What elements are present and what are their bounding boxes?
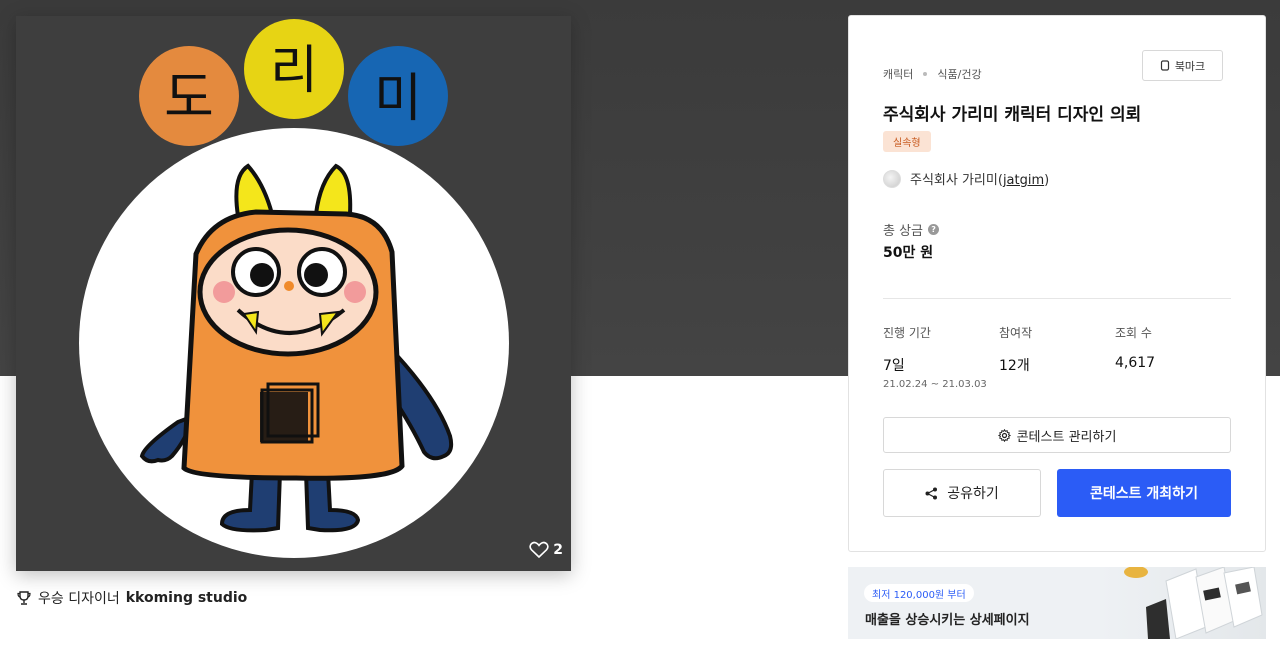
duration-value: 7일	[883, 358, 905, 374]
stat-participants: 참여작 12개	[999, 324, 1032, 375]
breadcrumb-subcategory[interactable]: 식품/건강	[937, 66, 981, 82]
contest-panel: 캐릭터 식품/건강 북마크 주식회사 가리미 캐릭터 디자인 의뢰 실속형 주식…	[848, 15, 1266, 552]
character-illustration: 도 리 미	[79, 19, 509, 558]
views-value: 4,617	[1115, 355, 1156, 371]
contest-title: 주식회사 가리미 캐릭터 디자인 의뢰	[883, 105, 1142, 125]
participants-value: 12개	[999, 358, 1030, 374]
share-icon	[925, 487, 938, 499]
heart-icon	[529, 541, 549, 559]
ad-banner[interactable]: 최저 120,000원 부터 매출을 상승시키는 상세페이지	[848, 567, 1266, 639]
winner-label: 우승 디자이너	[38, 591, 120, 607]
duration-dates: 21.02.24 ~ 21.03.03	[883, 379, 987, 390]
help-icon[interactable]: ?	[928, 224, 940, 235]
bookmark-icon	[1160, 60, 1169, 71]
manage-contest-button[interactable]: 콘테스트 관리하기	[883, 417, 1231, 453]
bubble-char-2: 리	[270, 41, 318, 101]
share-button[interactable]: 공유하기	[883, 469, 1041, 517]
prize-label: 총 상금 ?	[883, 220, 940, 239]
host-contest-button[interactable]: 콘테스트 개최하기	[1057, 469, 1231, 517]
stat-views: 조회 수 4,617	[1115, 324, 1155, 371]
gear-icon	[997, 428, 1011, 442]
views-label: 조회 수	[1115, 326, 1152, 340]
ad-headline: 매출을 상승시키는 상세페이지	[865, 613, 1030, 628]
ad-price-pill: 최저 120,000원 부터	[864, 584, 974, 602]
duration-label: 진행 기간	[883, 326, 931, 340]
ad-mockup-graphic	[1124, 567, 1263, 639]
hero-image[interactable]: 도 리 미 2	[16, 16, 571, 571]
host-name: 주식회사 가리미	[910, 173, 998, 188]
like-count: 2	[553, 542, 563, 558]
breadcrumb-category[interactable]: 캐릭터	[883, 66, 913, 82]
participants-label: 참여작	[999, 326, 1033, 340]
manage-label: 콘테스트 관리하기	[1016, 429, 1117, 445]
bubble-char-3: 미	[374, 69, 422, 129]
bookmark-label: 북마크	[1174, 59, 1206, 73]
like-counter[interactable]: 2	[529, 541, 563, 559]
prize-label-text: 총 상금	[883, 224, 924, 239]
bubble-char-1: 도	[164, 66, 214, 129]
winner-info: 우승 디자이너 kkoming studio	[16, 588, 247, 608]
host-handle-link[interactable]: jatgim	[1003, 173, 1044, 188]
breadcrumb: 캐릭터 식품/건강	[883, 66, 982, 82]
divider	[883, 298, 1231, 299]
share-label: 공유하기	[947, 486, 999, 502]
host-info: 주식회사 가리미(jatgim)	[883, 169, 1049, 188]
prize-value: 50만 원	[883, 245, 934, 261]
bookmark-button[interactable]: 북마크	[1142, 50, 1223, 81]
breadcrumb-separator	[923, 72, 928, 76]
winner-name[interactable]: kkoming studio	[126, 590, 248, 606]
host-avatar	[883, 169, 901, 188]
tier-badge: 실속형	[883, 131, 931, 152]
trophy-icon	[17, 591, 31, 605]
stat-duration: 진행 기간 7일 21.02.24 ~ 21.03.03	[883, 324, 987, 390]
